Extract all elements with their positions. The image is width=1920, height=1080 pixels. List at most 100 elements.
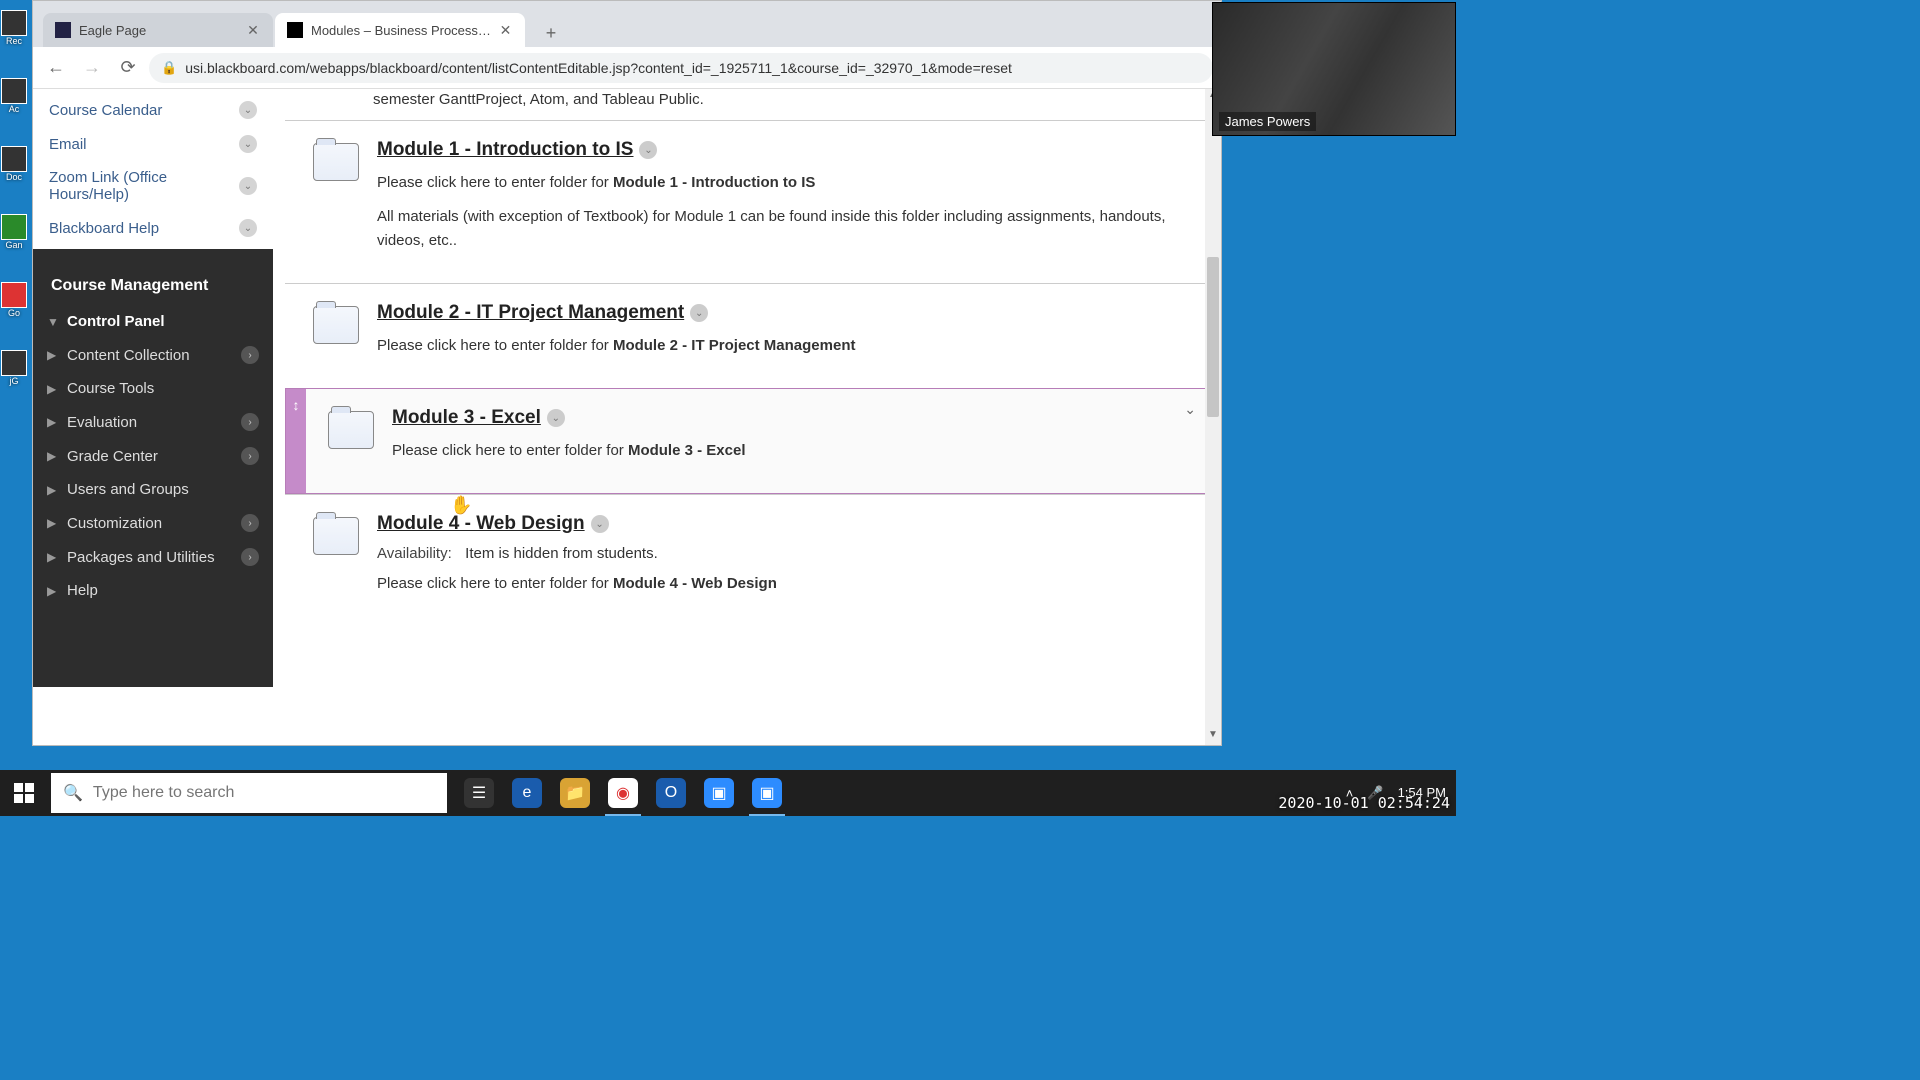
availability-row: Availability: Item is hidden from studen… (377, 545, 1199, 562)
desktop-icons-strip: Rec Ac Doc Gan Go jG (0, 0, 32, 816)
module-description: Please click here to enter folder for Mo… (377, 171, 1199, 195)
desktop-icon[interactable]: Go (0, 282, 28, 330)
module-title-link[interactable]: Module 1 - Introduction to IS (377, 139, 633, 160)
start-button[interactable] (0, 770, 48, 816)
forward-button[interactable]: → (77, 53, 107, 83)
expand-icon[interactable]: › (241, 548, 259, 566)
scroll-down-icon[interactable]: ▼ (1205, 729, 1221, 745)
search-icon: 🔍 (63, 783, 83, 803)
folder-icon (328, 411, 374, 449)
arrow-right-icon: ▶ (47, 449, 59, 463)
folder-icon (313, 306, 359, 344)
module-item: Module 3 - Excel ⌄ Please click here to en… (285, 388, 1209, 494)
module-extra: All materials (with exception of Textboo… (377, 205, 1199, 253)
tab-eagle-page[interactable]: Eagle Page ✕ (43, 13, 273, 47)
module-description: Please click here to enter folder for Mo… (377, 572, 1199, 596)
chevron-down-icon[interactable]: ⌄ (239, 219, 257, 237)
taskbar-app-explorer[interactable]: 📁 (553, 770, 597, 816)
cp-item-course-tools[interactable]: ▶Course Tools (33, 372, 273, 405)
control-panel-header[interactable]: ▼Control Panel (33, 305, 273, 338)
taskbar-app-outlook[interactable]: O (649, 770, 693, 816)
new-tab-button[interactable]: + (537, 19, 565, 47)
arrow-right-icon: ▶ (47, 550, 59, 564)
chevron-down-icon[interactable]: ⌄ (1184, 401, 1196, 418)
desktop-icon[interactable]: jG (0, 350, 28, 398)
desktop-icon[interactable]: Doc (0, 146, 28, 194)
browser-window: Eagle Page ✕ Modules – Business Processe… (32, 0, 1222, 746)
taskbar: 🔍 ☰e📁◉O▣▣ ˄ 🎤 1:54 PM (0, 770, 1456, 816)
folder-icon (313, 143, 359, 181)
url-text: usi.blackboard.com/webapps/blackboard/co… (185, 60, 1012, 76)
arrow-right-icon: ▶ (47, 382, 59, 396)
module-title-link[interactable]: Module 3 - Excel (392, 407, 541, 428)
back-button[interactable]: ← (41, 53, 71, 83)
address-bar: ← → ⟳ 🔒 usi.blackboard.com/webapps/black… (33, 47, 1221, 89)
arrow-right-icon: ▶ (47, 516, 59, 530)
course-management-title: Course Management (33, 267, 273, 305)
cp-item-grade-center[interactable]: ▶Grade Center› (33, 439, 273, 473)
module-title-link[interactable]: Module 4 - Web Design (377, 513, 585, 534)
url-input[interactable]: 🔒 usi.blackboard.com/webapps/blackboard/… (149, 53, 1213, 83)
desktop-icon[interactable]: Gan (0, 214, 28, 262)
participant-name: James Powers (1219, 112, 1316, 131)
arrow-down-icon: ▼ (47, 315, 59, 329)
module-description: Please click here to enter folder for Mo… (377, 334, 1199, 358)
sidebar-item-calendar[interactable]: Course Calendar⌄ (33, 93, 273, 127)
taskbar-search[interactable]: 🔍 (51, 773, 447, 813)
recording-timestamp: 2020-10-01 02:54:24 (1278, 794, 1450, 812)
taskbar-app-task-view[interactable]: ☰ (457, 770, 501, 816)
taskbar-apps: ☰e📁◉O▣▣ (457, 770, 789, 816)
close-icon[interactable]: ✕ (498, 22, 513, 38)
chevron-down-icon[interactable]: ⌄ (239, 135, 257, 153)
lock-icon: 🔒 (161, 60, 177, 76)
module-title-link[interactable]: Module 2 - IT Project Management (377, 302, 684, 323)
expand-icon[interactable]: › (241, 447, 259, 465)
scroll-thumb[interactable] (1207, 257, 1219, 417)
video-call-overlay[interactable]: James Powers (1212, 2, 1456, 136)
sidebar-item-zoom[interactable]: Zoom Link (Office Hours/Help)⌄ (33, 161, 273, 211)
expand-icon[interactable]: › (241, 346, 259, 364)
cp-item-evaluation[interactable]: ▶Evaluation› (33, 405, 273, 439)
module-description: Please click here to enter folder for Mo… (392, 439, 1198, 463)
intro-text-fragment: semester GanttProject, Atom, and Tableau… (273, 89, 1221, 120)
module-item: Module 1 - Introduction to IS ⌄ Please cli… (285, 120, 1209, 283)
search-input[interactable] (93, 784, 435, 802)
tab-title: Modules – Business Processes an (311, 23, 498, 38)
context-menu-icon[interactable]: ⌄ (591, 515, 609, 533)
scrollbar-vertical[interactable]: ▲ ▼ (1205, 89, 1221, 745)
chevron-down-icon[interactable]: ⌄ (239, 101, 257, 119)
taskbar-app-chrome[interactable]: ◉ (601, 770, 645, 816)
taskbar-app-zoom[interactable]: ▣ (697, 770, 741, 816)
desktop-icon[interactable]: Ac (0, 78, 28, 126)
sidebar-item-email[interactable]: Email⌄ (33, 127, 273, 161)
favicon-icon (55, 22, 71, 38)
arrow-right-icon: ▶ (47, 415, 59, 429)
taskbar-app-edge[interactable]: e (505, 770, 549, 816)
reload-button[interactable]: ⟳ (113, 53, 143, 83)
tab-modules[interactable]: Modules – Business Processes an ✕ (275, 13, 525, 47)
taskbar-app-zoom2[interactable]: ▣ (745, 770, 789, 816)
context-menu-icon[interactable]: ⌄ (547, 409, 565, 427)
expand-icon[interactable]: › (241, 413, 259, 431)
cp-item-customization[interactable]: ▶Customization› (33, 506, 273, 540)
chevron-down-icon[interactable]: ⌄ (239, 177, 257, 195)
cp-item-packages-and-utilities[interactable]: ▶Packages and Utilities› (33, 540, 273, 574)
folder-icon (313, 517, 359, 555)
context-menu-icon[interactable]: ⌄ (639, 141, 657, 159)
arrow-right-icon: ▶ (47, 483, 59, 497)
cp-item-users-and-groups[interactable]: ▶Users and Groups (33, 473, 273, 506)
module-list: semester GanttProject, Atom, and Tableau… (273, 89, 1221, 745)
arrow-right-icon: ▶ (47, 348, 59, 362)
context-menu-icon[interactable]: ⌄ (690, 304, 708, 322)
cp-item-help[interactable]: ▶Help (33, 574, 273, 607)
arrow-right-icon: ▶ (47, 584, 59, 598)
favicon-icon (287, 22, 303, 38)
module-item: Module 4 - Web Design ⌄ Availability: Item… (285, 494, 1209, 626)
module-item: Module 2 - IT Project Management ⌄ Please … (285, 283, 1209, 388)
expand-icon[interactable]: › (241, 514, 259, 532)
cp-item-content-collection[interactable]: ▶Content Collection› (33, 338, 273, 372)
sidebar-item-bbhelp[interactable]: Blackboard Help⌄ (33, 211, 273, 245)
desktop-icon[interactable]: Rec (0, 10, 28, 58)
windows-icon (14, 783, 34, 803)
close-icon[interactable]: ✕ (245, 22, 261, 38)
